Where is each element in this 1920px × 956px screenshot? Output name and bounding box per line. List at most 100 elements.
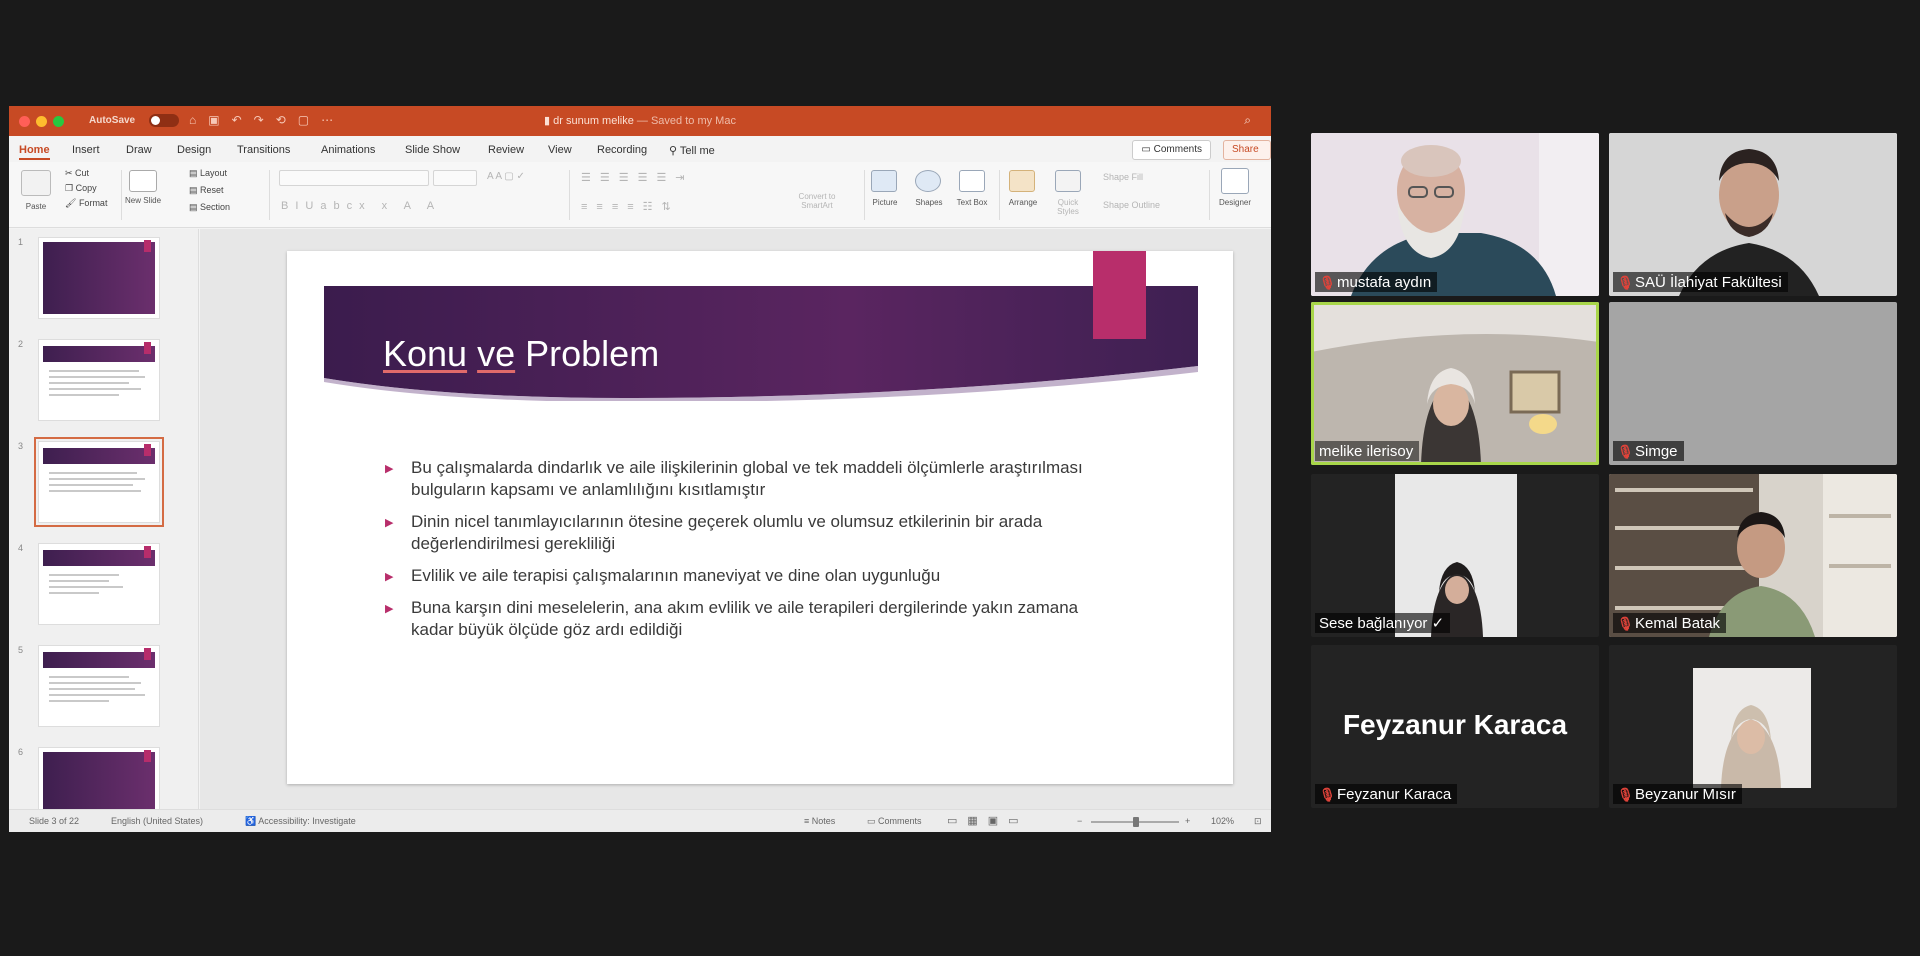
participant-tile[interactable]: Sese bağlanıyor ✓ xyxy=(1311,474,1599,637)
font-size-buttons[interactable]: A A ▢ ✓ xyxy=(487,171,525,182)
language-indicator[interactable]: English (United States) xyxy=(111,816,203,826)
shapes-button[interactable]: Shapes xyxy=(911,198,947,207)
lightbulb-icon: ⚲ xyxy=(669,145,680,157)
notes-button[interactable]: ≡ Notes xyxy=(804,816,835,826)
ribbon-separator xyxy=(1209,170,1210,220)
designer-button[interactable]: Designer xyxy=(1213,198,1257,207)
slide-thumbnail-3[interactable] xyxy=(34,437,164,527)
tab-design[interactable]: Design xyxy=(177,144,211,156)
paragraph-list-buttons[interactable]: ☰☰☰☰☰⇥ xyxy=(581,171,694,184)
tab-animations[interactable]: Animations xyxy=(321,144,375,156)
muted-mic-icon: 🎙︎ xyxy=(1617,616,1634,631)
check-icon: ✓ xyxy=(1427,615,1445,632)
search-icon[interactable]: ⌕ xyxy=(1244,113,1251,128)
paste-label: Paste xyxy=(25,202,47,211)
new-slide-label: New Slide xyxy=(125,196,162,205)
slide-thumbnail-2[interactable] xyxy=(38,339,160,421)
layout-button[interactable]: ▤ Layout xyxy=(189,168,227,179)
designer-icon[interactable] xyxy=(1221,168,1249,194)
slide-thumbnail-4[interactable] xyxy=(38,543,160,625)
thumbnail-tag xyxy=(144,648,151,660)
tab-recording[interactable]: Recording xyxy=(597,144,647,156)
picture-button[interactable]: Picture xyxy=(867,198,903,207)
paste-button[interactable] xyxy=(21,170,51,196)
text-box-icon[interactable] xyxy=(959,170,985,192)
tab-insert[interactable]: Insert xyxy=(72,144,100,156)
comments-button[interactable]: ▭ Comments xyxy=(1132,140,1211,160)
shapes-icon[interactable] xyxy=(915,170,941,192)
tab-slide-show[interactable]: Slide Show xyxy=(405,144,460,156)
participant-tile[interactable]: 🎙︎Kemal Batak xyxy=(1609,474,1897,637)
share-button[interactable]: Share xyxy=(1223,140,1271,160)
participant-tile[interactable]: Feyzanur Karaca 🎙︎Feyzanur Karaca xyxy=(1311,645,1599,808)
participant-tile[interactable]: 🎙︎Beyzanur Mısır xyxy=(1609,645,1897,808)
participant-tile[interactable]: 🎙︎SAÜ İlahiyat Fakültesi xyxy=(1609,133,1897,296)
zoom-level[interactable]: 102% xyxy=(1211,816,1234,826)
document-icon: ▮ xyxy=(544,115,554,127)
quick-styles-icon[interactable] xyxy=(1055,170,1081,192)
thumbnail-line xyxy=(49,490,141,492)
arrange-icon[interactable] xyxy=(1009,170,1035,192)
tab-view[interactable]: View xyxy=(548,144,572,156)
reset-button[interactable]: ▤ Reset xyxy=(189,185,224,196)
status-comments-button[interactable]: ▭ Comments xyxy=(867,816,922,827)
current-slide[interactable]: Konu ve Problem Bu çalışmalarda dindarlı… xyxy=(287,251,1233,784)
ribbon-home: Paste ✂ Cut ❐ Copy 🖌 Format New Slide ▤ … xyxy=(9,162,1271,228)
tab-tell-me[interactable]: ⚲ Tell me xyxy=(669,144,715,157)
convert-smartart-button[interactable]: Convert to SmartArt xyxy=(793,192,841,210)
slide-title[interactable]: Konu ve Problem xyxy=(383,333,659,375)
slide-bullet-list[interactable]: Bu çalışmalarda dindarlık ve aile ilişki… xyxy=(385,457,1125,651)
participant-tile[interactable]: 🎙︎Simge xyxy=(1609,302,1897,465)
copy-icon: ❐ xyxy=(65,183,76,193)
paragraph-align-buttons[interactable]: ≡≡≡≡☷⇅ xyxy=(581,200,680,213)
cut-button[interactable]: ✂ Cut xyxy=(65,168,89,179)
status-bar: Slide 3 of 22 English (United States) ♿ … xyxy=(9,809,1271,832)
new-slide-button[interactable] xyxy=(129,170,157,192)
participant-tile[interactable]: 🎙︎mustafa aydın xyxy=(1311,133,1599,296)
thumbnail-number: 1 xyxy=(18,237,24,247)
accessibility-checker[interactable]: ♿ Accessibility: Investigate xyxy=(245,816,356,827)
picture-icon[interactable] xyxy=(871,170,897,192)
quick-styles-button[interactable]: Quick Styles xyxy=(1049,198,1087,216)
ribbon-separator xyxy=(999,170,1000,220)
zoom-out-button[interactable]: − xyxy=(1077,816,1082,826)
bullet-item: Evlilik ve aile terapisi çalışmalarının … xyxy=(385,565,1125,588)
bullet-item: Dinin nicel tanımlayıcılarının ötesine g… xyxy=(385,511,1125,555)
thumbnail-line xyxy=(49,688,135,690)
tab-review[interactable]: Review xyxy=(488,144,524,156)
text-box-button[interactable]: Text Box xyxy=(953,198,991,207)
thumbnail-line xyxy=(49,700,109,702)
zoom-slider-thumb[interactable] xyxy=(1133,817,1139,827)
participant-name-tag: melike ilerisoy xyxy=(1315,441,1420,461)
view-switcher[interactable]: ▭▦▣▭ xyxy=(947,814,1029,827)
ribbon-separator xyxy=(864,170,865,220)
slide-thumbnail-6[interactable] xyxy=(38,747,160,809)
scissors-icon: ✂ xyxy=(65,168,76,178)
comment-icon: ▭ xyxy=(867,816,879,826)
zoom-in-button[interactable]: + xyxy=(1185,816,1190,826)
participant-name-tag: 🎙︎Beyzanur Mısır xyxy=(1613,784,1742,804)
participant-tile-active-speaker[interactable]: melike ilerisoy xyxy=(1311,302,1599,465)
tab-transitions[interactable]: Transitions xyxy=(237,144,290,156)
shape-outline-button[interactable]: Shape Outline xyxy=(1103,200,1160,210)
shape-fill-button[interactable]: Shape Fill xyxy=(1103,172,1143,182)
copy-button[interactable]: ❐ Copy xyxy=(65,183,97,194)
thumbnail-line xyxy=(49,592,99,594)
format-painter-button[interactable]: 🖌 Format xyxy=(65,198,107,209)
notes-icon: ≡ xyxy=(804,816,812,826)
zoom-slider[interactable] xyxy=(1091,817,1179,827)
fit-slide-icon[interactable]: ⊡ xyxy=(1254,816,1262,827)
window-titlebar: AutoSave ⌂▣↶↷⟲▢⋯ ▮ dr sunum melike — Sav… xyxy=(9,106,1271,136)
section-button[interactable]: ▤ Section xyxy=(189,202,230,213)
tab-home[interactable]: Home xyxy=(19,144,50,160)
font-family-select[interactable] xyxy=(279,170,429,186)
layout-icon: ▤ xyxy=(189,168,201,178)
arrange-button[interactable]: Arrange xyxy=(1003,198,1043,207)
muted-mic-icon: 🎙︎ xyxy=(1617,444,1634,459)
font-format-buttons[interactable]: BIUabcx x A A xyxy=(281,200,441,212)
slide-thumbnail-5[interactable] xyxy=(38,645,160,727)
thumbnail-band xyxy=(43,448,155,464)
font-size-select[interactable] xyxy=(433,170,477,186)
tab-draw[interactable]: Draw xyxy=(126,144,152,156)
slide-thumbnail-1[interactable] xyxy=(38,237,160,319)
